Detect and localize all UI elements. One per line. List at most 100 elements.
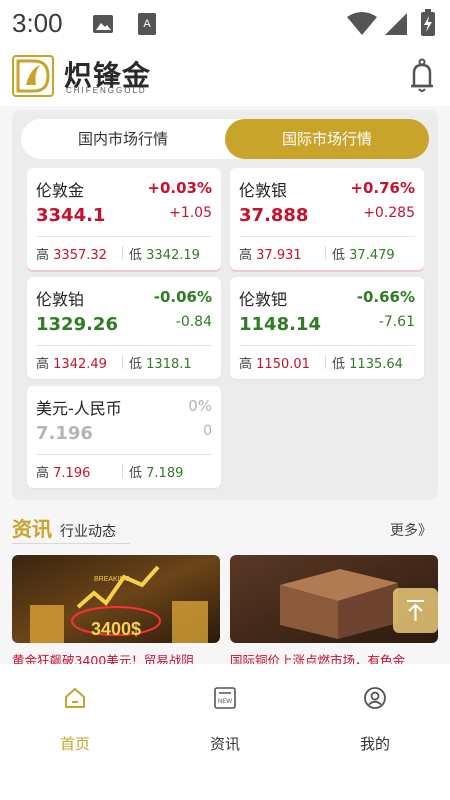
high-value: 37.931 bbox=[256, 248, 302, 263]
quote-card-london-platinum[interactable]: 伦敦铂 -0.06% 1329.26 -0.84 高 1342.49 低 131… bbox=[27, 277, 221, 379]
quote-name: 伦敦钯 bbox=[239, 290, 288, 309]
nav-home[interactable]: 首页 bbox=[30, 686, 120, 756]
news-section-header: 资讯 行业动态 更多》 bbox=[12, 513, 438, 547]
news-thumbnail-gold[interactable]: 3400$ BREAKING bbox=[12, 555, 220, 643]
quote-percent-change: +0.76% bbox=[350, 179, 415, 197]
divider bbox=[325, 246, 326, 260]
quote-card-london-palladium[interactable]: 伦敦钯 -0.66% 1148.14 -7.61 高 1150.01 低 113… bbox=[230, 277, 424, 379]
cellular-signal-icon bbox=[385, 13, 407, 35]
high-value: 1342.49 bbox=[53, 357, 107, 372]
quote-high: 高 37.931 bbox=[239, 244, 302, 263]
low-label: 低 bbox=[332, 248, 346, 263]
quote-low: 低 3342.19 bbox=[129, 244, 200, 263]
brand-logo-icon bbox=[12, 55, 54, 97]
high-label: 高 bbox=[36, 466, 50, 481]
home-icon bbox=[65, 687, 85, 708]
quote-percent-change: +0.03% bbox=[147, 179, 212, 197]
brand-subtitle: CHIFENGGOLD bbox=[66, 86, 147, 95]
divider bbox=[122, 464, 123, 478]
quote-high: 高 1342.49 bbox=[36, 353, 107, 372]
gallery-notification-icon bbox=[93, 15, 113, 33]
divider bbox=[36, 454, 212, 455]
app-header: 炽锋金 CHIFENGGOLD bbox=[0, 48, 450, 106]
battery-charging-icon bbox=[421, 9, 435, 36]
quote-high: 高 3357.32 bbox=[36, 244, 107, 263]
quote-low: 低 7.189 bbox=[129, 462, 183, 481]
nav-profile[interactable]: 我的 bbox=[330, 686, 420, 756]
quote-price: 7.196 bbox=[36, 423, 93, 444]
divider bbox=[36, 236, 212, 237]
quote-high: 高 1150.01 bbox=[239, 353, 310, 372]
quote-percent-change: -0.66% bbox=[356, 288, 415, 306]
tab-international-market[interactable]: 国际市场行情 bbox=[225, 119, 429, 159]
high-label: 高 bbox=[36, 357, 50, 372]
quote-name: 伦敦银 bbox=[239, 181, 288, 200]
quote-low: 低 37.479 bbox=[332, 244, 395, 263]
high-value: 1150.01 bbox=[256, 357, 310, 372]
market-tabs: 国内市场行情 国际市场行情 bbox=[21, 119, 429, 159]
quote-card-london-gold[interactable]: 伦敦金 +0.03% 3344.1 +1.05 高 3357.32 低 3342… bbox=[27, 168, 221, 270]
divider bbox=[122, 355, 123, 369]
market-panel: 国内市场行情 国际市场行情 伦敦金 +0.03% 3344.1 +1.05 高 … bbox=[12, 110, 438, 500]
nav-profile-label: 我的 bbox=[359, 735, 390, 753]
quote-percent-change: 0% bbox=[188, 397, 212, 415]
tab-domestic-market[interactable]: 国内市场行情 bbox=[21, 119, 225, 159]
low-label: 低 bbox=[129, 466, 143, 481]
newspaper-icon: NEW bbox=[214, 687, 236, 709]
nav-news-label: 资讯 bbox=[209, 735, 240, 753]
high-label: 高 bbox=[36, 248, 50, 263]
high-value: 7.196 bbox=[53, 466, 91, 481]
arrow-up-to-top-icon bbox=[407, 600, 424, 621]
bottom-navigation: 首页 NEW 资讯 我的 bbox=[0, 664, 450, 800]
nav-news[interactable]: NEW 资讯 bbox=[180, 686, 270, 756]
low-value: 1318.1 bbox=[146, 357, 192, 372]
nav-home-label: 首页 bbox=[59, 735, 90, 753]
status-bar: 3:00 A bbox=[0, 0, 450, 48]
quote-high: 高 7.196 bbox=[36, 462, 90, 481]
quote-change: 0 bbox=[203, 423, 212, 439]
high-label: 高 bbox=[239, 357, 253, 372]
image-tag-text: BREAKING bbox=[94, 576, 130, 583]
quote-change: +1.05 bbox=[169, 205, 212, 221]
image-caption-text: 3400$ bbox=[91, 619, 141, 639]
more-news-link[interactable]: 更多》 bbox=[390, 520, 432, 540]
low-label: 低 bbox=[129, 357, 143, 372]
news-section-subtitle: 行业动态 bbox=[60, 524, 116, 540]
quote-price: 37.888 bbox=[239, 205, 309, 226]
quote-low: 低 1318.1 bbox=[129, 353, 192, 372]
quote-card-usd-cny[interactable]: 美元-人民币 0% 7.196 0 高 7.196 低 7.189 bbox=[27, 386, 221, 488]
low-value: 3342.19 bbox=[146, 248, 200, 263]
user-icon bbox=[364, 687, 386, 709]
status-time: 3:00 bbox=[12, 8, 63, 38]
quote-card-london-silver[interactable]: 伦敦银 +0.76% 37.888 +0.285 高 37.931 低 37.4… bbox=[230, 168, 424, 270]
quote-change: +0.285 bbox=[363, 205, 415, 221]
quote-low: 低 1135.64 bbox=[332, 353, 403, 372]
low-value: 1135.64 bbox=[349, 357, 403, 372]
divider bbox=[122, 246, 123, 260]
quote-name: 伦敦金 bbox=[36, 181, 85, 200]
divider bbox=[325, 355, 326, 369]
svg-text:A: A bbox=[143, 18, 151, 30]
divider bbox=[239, 236, 415, 237]
quote-price: 3344.1 bbox=[36, 205, 106, 226]
gold-chart-image: 3400$ BREAKING bbox=[12, 555, 220, 643]
low-label: 低 bbox=[332, 357, 346, 372]
wifi-icon bbox=[347, 12, 377, 35]
low-value: 7.189 bbox=[146, 466, 184, 481]
high-value: 3357.32 bbox=[53, 248, 107, 263]
svg-text:NEW: NEW bbox=[218, 699, 232, 705]
back-to-top-button[interactable] bbox=[393, 588, 438, 633]
divider bbox=[36, 345, 212, 346]
notification-bell-icon[interactable] bbox=[408, 58, 436, 94]
quote-name: 美元-人民币 bbox=[36, 399, 122, 418]
keyboard-notification-icon: A bbox=[138, 13, 156, 35]
low-value: 37.479 bbox=[349, 248, 395, 263]
high-label: 高 bbox=[239, 248, 253, 263]
quote-percent-change: -0.06% bbox=[153, 288, 212, 306]
quote-name: 伦敦铂 bbox=[36, 290, 85, 309]
quote-change: -0.84 bbox=[175, 314, 212, 330]
quote-price: 1148.14 bbox=[239, 314, 321, 335]
low-label: 低 bbox=[129, 248, 143, 263]
quote-price: 1329.26 bbox=[36, 314, 118, 335]
quote-change: -7.61 bbox=[378, 314, 415, 330]
